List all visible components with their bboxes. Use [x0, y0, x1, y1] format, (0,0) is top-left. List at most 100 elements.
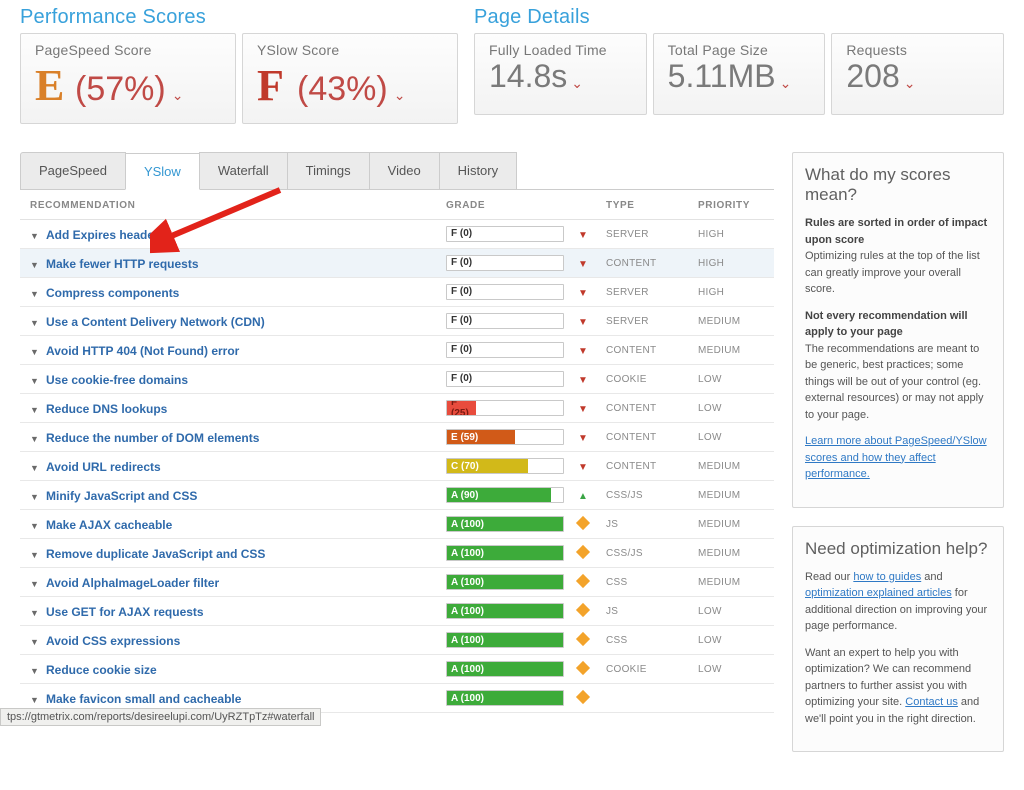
learn-more-link[interactable]: Learn more about PageSpeed/YSlow scores …: [805, 435, 987, 480]
trend-neutral-icon: [576, 604, 590, 618]
header-recommendation: RECOMMENDATION: [24, 200, 446, 211]
recommendation-link[interactable]: Avoid URL redirects: [46, 460, 161, 474]
recommendation-link[interactable]: Avoid HTTP 404 (Not Found) error: [46, 344, 239, 358]
recommendation-link[interactable]: Minify JavaScript and CSS: [46, 489, 197, 503]
type-cell: CSS/JS: [606, 490, 698, 501]
pagespeed-card[interactable]: PageSpeed Score E (57%) ⌄: [20, 33, 236, 124]
grade-bar-shell: A (100): [446, 690, 564, 706]
recommendation-link[interactable]: Make AJAX cacheable: [46, 518, 172, 532]
recommendation-link[interactable]: Add Expires headers: [46, 228, 165, 242]
type-cell: SERVER: [606, 316, 698, 327]
requests-card[interactable]: Requests 208⌄: [831, 33, 1004, 115]
chevron-down-icon: ⌄: [571, 75, 583, 92]
recommendation-link[interactable]: Reduce cookie size: [46, 663, 157, 677]
trend-neutral-icon: [576, 575, 590, 589]
recommendation-link[interactable]: Use GET for AJAX requests: [46, 605, 204, 619]
chevron-down-icon: ⌄: [904, 75, 916, 92]
table-row[interactable]: ▼Compress componentsF (0)SERVERHIGH: [20, 278, 774, 307]
table-row[interactable]: ▼Reduce cookie sizeA (100)COOKIELOW: [20, 655, 774, 684]
recommendation-link[interactable]: Use a Content Delivery Network (CDN): [46, 315, 265, 329]
yslow-pct: (43%): [297, 70, 388, 109]
chevron-down-icon: ⌄: [780, 75, 792, 92]
expand-icon: ▼: [30, 376, 40, 386]
grade-bar: A (100): [447, 662, 563, 676]
trend-down-icon: [576, 459, 590, 473]
recommendation-link[interactable]: Avoid AlphaImageLoader filter: [46, 576, 219, 590]
expand-icon: ▼: [30, 608, 40, 618]
grade-bar-shell: F (0): [446, 371, 564, 387]
table-row[interactable]: ▼Use GET for AJAX requestsA (100)JSLOW: [20, 597, 774, 626]
load-time-value: 14.8s: [489, 58, 567, 94]
table-row[interactable]: ▼Reduce DNS lookupsF (25)CONTENTLOW: [20, 394, 774, 423]
yslow-card[interactable]: YSlow Score F (43%) ⌄: [242, 33, 458, 124]
expand-icon: ▼: [30, 289, 40, 299]
load-time-card[interactable]: Fully Loaded Time 14.8s⌄: [474, 33, 647, 115]
table-row[interactable]: ▼Make fewer HTTP requestsF (0)CONTENTHIG…: [20, 249, 774, 278]
table-row[interactable]: ▼ Remove duplicate JavaScript and CSS A (1…: [20, 539, 774, 568]
tab-waterfall[interactable]: Waterfall: [199, 152, 288, 189]
grade-bar-shell: A (100): [446, 574, 564, 590]
priority-cell: HIGH: [698, 287, 770, 298]
recommendation-link[interactable]: Avoid CSS expressions: [46, 634, 180, 648]
recommendation-link[interactable]: Use cookie-free domains: [46, 373, 188, 387]
type-cell: COOKIE: [606, 374, 698, 385]
tab-video[interactable]: Video: [369, 152, 440, 189]
table-row[interactable]: ▼ Use cookie-free domains F (0) COOKIELOW: [20, 365, 774, 394]
recommendation-link[interactable]: Make fewer HTTP requests: [46, 257, 199, 271]
contact-us-link[interactable]: Contact us: [905, 696, 958, 708]
table-row[interactable]: ▼Avoid AlphaImageLoader filterA (100)CSS…: [20, 568, 774, 597]
recommendation-link[interactable]: Compress components: [46, 286, 179, 300]
priority-cell: MEDIUM: [698, 316, 770, 327]
tab-history[interactable]: History: [439, 152, 517, 189]
page-details-title: Page Details: [474, 6, 1004, 29]
grade-text: F (0): [451, 257, 472, 268]
tab-pagespeed[interactable]: PageSpeed: [20, 152, 126, 189]
priority-cell: MEDIUM: [698, 345, 770, 356]
recommendation-link[interactable]: Make favicon small and cacheable: [46, 692, 241, 706]
trend-down-icon: [576, 285, 590, 299]
grade-bar: A (100): [447, 517, 563, 531]
page-size-value: 5.11MB: [668, 58, 776, 94]
table-row[interactable]: ▼Minify JavaScript and CSSA (90)CSS/JSME…: [20, 481, 774, 510]
grade-bar-shell: A (100): [446, 545, 564, 561]
table-row[interactable]: ▼Reduce the number of DOM elementsE (59)…: [20, 423, 774, 452]
priority-cell: LOW: [698, 374, 770, 385]
requests-value: 208: [846, 58, 899, 94]
expand-icon: ▼: [30, 231, 40, 241]
table-row[interactable]: ▼Add Expires headersF (0)SERVERHIGH: [20, 220, 774, 249]
expand-icon: ▼: [30, 637, 40, 647]
type-cell: CONTENT: [606, 461, 698, 472]
type-cell: CSS: [606, 577, 698, 588]
recommendation-link[interactable]: Remove duplicate JavaScript and CSS: [46, 547, 265, 561]
opt-articles-link[interactable]: optimization explained articles: [805, 587, 952, 599]
table-row[interactable]: ▼Make AJAX cacheableA (100)JSMEDIUM: [20, 510, 774, 539]
table-row[interactable]: ▼Avoid HTTP 404 (Not Found) errorF (0)CO…: [20, 336, 774, 365]
expand-icon: ▼: [30, 463, 40, 473]
yslow-label: YSlow Score: [257, 42, 443, 58]
expand-icon: ▼: [30, 550, 40, 560]
table-row[interactable]: ▼Avoid URL redirectsC (70)CONTENTMEDIUM: [20, 452, 774, 481]
tab-timings[interactable]: Timings: [287, 152, 370, 189]
grade-bar-shell: F (25): [446, 400, 564, 416]
recommendation-link[interactable]: Reduce DNS lookups: [46, 402, 167, 416]
header-type: TYPE: [606, 200, 698, 211]
grade-bar: A (100): [447, 546, 563, 560]
expand-icon: ▼: [30, 260, 40, 270]
type-cell: CONTENT: [606, 432, 698, 443]
grade-bar-shell: C (70): [446, 458, 564, 474]
status-bar-url: tps://gtmetrix.com/reports/desireelupi.c…: [0, 708, 321, 726]
recommendation-link[interactable]: Reduce the number of DOM elements: [46, 431, 259, 445]
table-row[interactable]: ▼Use a Content Delivery Network (CDN)F (…: [20, 307, 774, 336]
pagespeed-grade: E: [35, 60, 73, 111]
trend-down-icon: [576, 343, 590, 357]
page-size-card[interactable]: Total Page Size 5.11MB⌄: [653, 33, 826, 115]
trend-neutral-icon: [576, 691, 590, 705]
expand-icon: ▼: [30, 434, 40, 444]
table-row[interactable]: ▼Avoid CSS expressionsA (100)CSSLOW: [20, 626, 774, 655]
grade-bar-shell: A (100): [446, 661, 564, 677]
how-to-guides-link[interactable]: how to guides: [853, 571, 921, 583]
grade-text: F (0): [451, 373, 472, 384]
tab-yslow[interactable]: YSlow: [125, 153, 200, 190]
grade-bar-shell: A (90): [446, 487, 564, 503]
grade-bar: A (100): [447, 604, 563, 618]
